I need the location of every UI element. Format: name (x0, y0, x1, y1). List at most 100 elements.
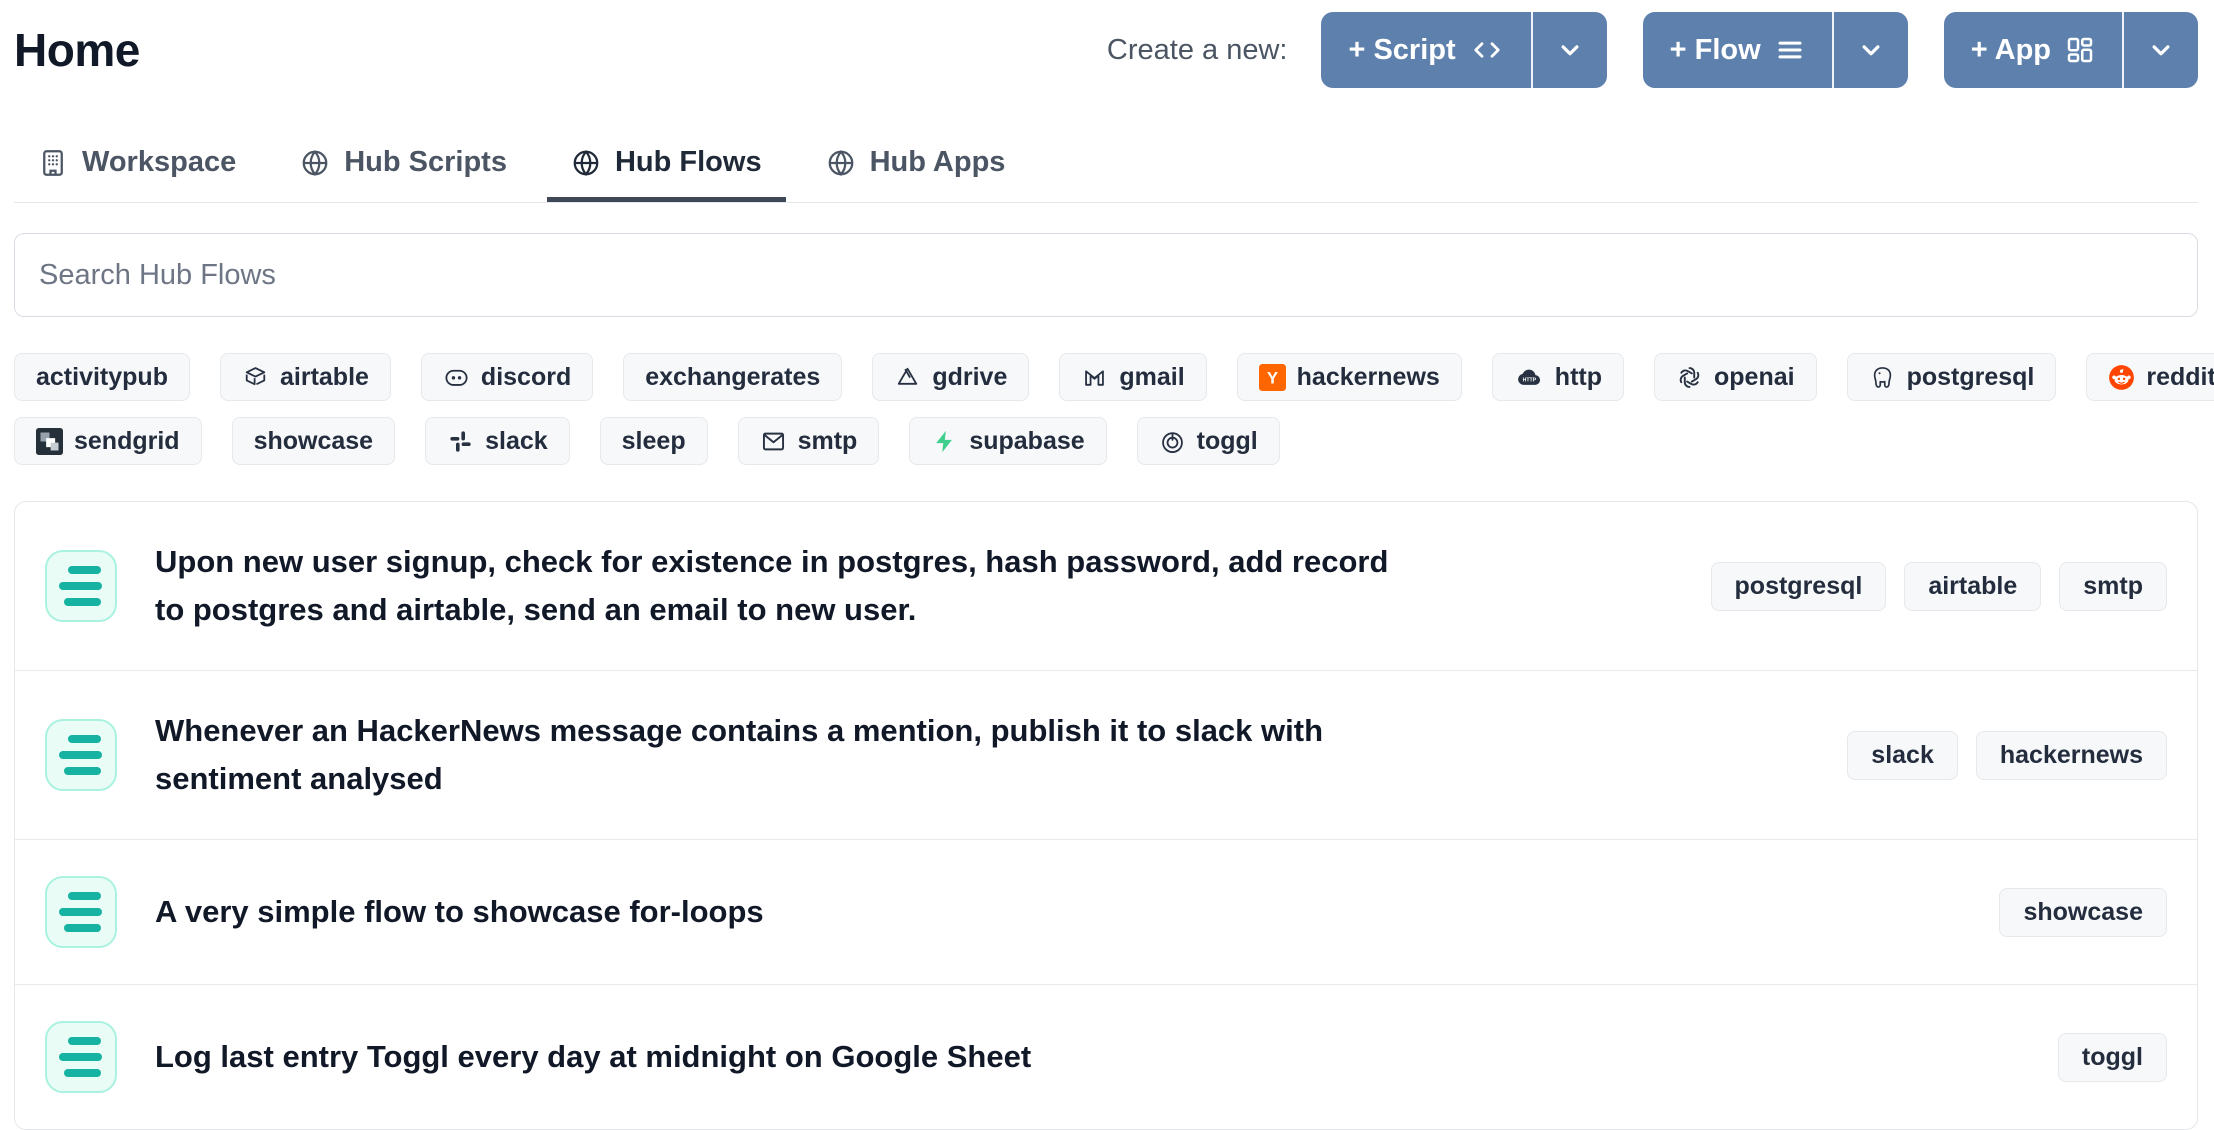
filter-chip-row: sendgrid showcase slack sleep smtp supabase to… (14, 417, 2198, 465)
flow-title: Upon new user signup, check for existenc… (155, 538, 1415, 634)
filter-chip-label: gdrive (932, 363, 1007, 392)
page-title: Home (14, 23, 140, 77)
globe-icon (300, 148, 330, 178)
tab-label: Workspace (82, 146, 236, 179)
create-buttons: + Script + Flow + App (1321, 12, 2198, 88)
filter-chip-sleep[interactable]: sleep (600, 417, 708, 465)
filter-chip-sendgrid[interactable]: sendgrid (14, 417, 202, 465)
flow-row[interactable]: Upon new user signup, check for existenc… (15, 502, 2197, 671)
filter-chip-toggl[interactable]: toggl (1137, 417, 1280, 465)
chevron-down-icon (2146, 35, 2176, 65)
filter-chip-label: discord (481, 363, 571, 392)
filter-chip-label: activitypub (36, 363, 168, 392)
flow-tag-showcase[interactable]: showcase (1999, 888, 2167, 937)
app-button-group: + App (1944, 12, 2198, 88)
filter-chip-label: sleep (622, 427, 686, 456)
script-button-label: + Script (1348, 34, 1455, 67)
filter-chip-label: airtable (280, 363, 369, 392)
filter-chip-exchangerates[interactable]: exchangerates (623, 353, 842, 401)
filter-chip-label: http (1555, 363, 1602, 392)
flow-icon (45, 550, 117, 622)
filter-chip-airtable[interactable]: airtable (220, 353, 391, 401)
flow-tag-postgresql[interactable]: postgresql (1711, 562, 1887, 611)
flow-tag-slack[interactable]: slack (1847, 731, 1958, 780)
toggl-icon (1159, 428, 1186, 455)
flow-icon (45, 876, 117, 948)
svg-text:Y: Y (1267, 368, 1278, 387)
flow-row[interactable]: Log last entry Toggl every day at midnig… (15, 985, 2197, 1129)
tab-label: Hub Apps (870, 146, 1006, 179)
filter-chip-label: postgresql (1907, 363, 2035, 392)
flow-tag-airtable[interactable]: airtable (1904, 562, 2041, 611)
tab-label: Hub Flows (615, 146, 762, 179)
postgresql-icon (1869, 364, 1896, 391)
filter-chip-label: smtp (798, 427, 858, 456)
filter-chip-slack[interactable]: slack (425, 417, 570, 465)
filter-chip-label: showcase (254, 427, 374, 456)
gdrive-icon (894, 364, 921, 391)
tab-hub-flows[interactable]: Hub Flows (547, 132, 786, 202)
flow-tag-toggl[interactable]: toggl (2058, 1033, 2167, 1082)
filter-chip-label: hackernews (1297, 363, 1440, 392)
filter-chip-postgresql[interactable]: postgresql (1847, 353, 2057, 401)
flow-button-group: + Flow (1643, 12, 1908, 88)
tab-hub-apps[interactable]: Hub Apps (802, 132, 1030, 202)
tab-workspace[interactable]: Workspace (14, 132, 260, 202)
flow-tags: postgresql airtable smtp (1711, 562, 2167, 611)
filter-chip-label: supabase (969, 427, 1084, 456)
filter-chip-label: toggl (1197, 427, 1258, 456)
flow-tag-hackernews[interactable]: hackernews (1976, 731, 2167, 780)
flow-tags: toggl (2058, 1033, 2167, 1082)
app-button-label: + App (1971, 34, 2051, 67)
flow-row[interactable]: A very simple flow to showcase for-loops… (15, 840, 2197, 985)
flow-title: Whenever an HackerNews message contains … (155, 707, 1415, 803)
flow-tags: slack hackernews (1847, 731, 2167, 780)
flow-row[interactable]: Whenever an HackerNews message contains … (15, 671, 2197, 840)
filter-chip-activitypub[interactable]: activitypub (14, 353, 190, 401)
discord-icon (443, 364, 470, 391)
tab-hub-scripts[interactable]: Hub Scripts (276, 132, 531, 202)
filter-chip-reddit[interactable]: reddit (2086, 353, 2214, 401)
smtp-icon (760, 428, 787, 455)
search-input[interactable] (14, 233, 2198, 317)
filter-chip-supabase[interactable]: supabase (909, 417, 1106, 465)
flow-title: Log last entry Toggl every day at midnig… (155, 1033, 1031, 1081)
chevron-down-icon (1555, 35, 1585, 65)
filter-chip-gdrive[interactable]: gdrive (872, 353, 1029, 401)
filter-chip-http[interactable]: HTTP http (1492, 353, 1624, 401)
filter-chip-label: slack (485, 427, 548, 456)
tab-bar: Workspace Hub Scripts Hub Flows Hub Apps (14, 132, 2198, 203)
app-button[interactable]: + App (1944, 12, 2124, 88)
filter-chip-smtp[interactable]: smtp (738, 417, 880, 465)
flow-tag-smtp[interactable]: smtp (2059, 562, 2167, 611)
filter-chip-showcase[interactable]: showcase (232, 417, 396, 465)
flow-icon (45, 719, 117, 791)
hub-flow-list: Upon new user signup, check for existenc… (14, 501, 2198, 1130)
app-dropdown-button[interactable] (2124, 12, 2198, 88)
script-dropdown-button[interactable] (1533, 12, 1607, 88)
http-icon: HTTP (1514, 364, 1544, 391)
filter-chip-label: sendgrid (74, 427, 180, 456)
script-button[interactable]: + Script (1321, 12, 1532, 88)
filter-chip-openai[interactable]: openai (1654, 353, 1817, 401)
hackernews-icon: Y (1259, 364, 1286, 391)
script-button-group: + Script (1321, 12, 1606, 88)
filter-chip-label: exchangerates (645, 363, 820, 392)
filter-chip-gmail[interactable]: gmail (1059, 353, 1206, 401)
building-icon (38, 148, 68, 178)
filter-chip-label: gmail (1119, 363, 1184, 392)
globe-icon (826, 148, 856, 178)
filter-chip-discord[interactable]: discord (421, 353, 593, 401)
create-new-area: Create a new: + Script + Flow + App (1107, 12, 2198, 88)
tab-label: Hub Scripts (344, 146, 507, 179)
flow-dropdown-button[interactable] (1834, 12, 1908, 88)
filter-chip-hackernews[interactable]: Yhackernews (1237, 353, 1462, 401)
flow-title: A very simple flow to showcase for-loops (155, 888, 764, 936)
create-new-label: Create a new: (1107, 34, 1288, 67)
gmail-icon (1081, 364, 1108, 391)
search-wrap (14, 233, 2198, 317)
flow-button[interactable]: + Flow (1643, 12, 1834, 88)
supabase-icon (931, 428, 958, 455)
svg-text:HTTP: HTTP (1522, 377, 1536, 383)
globe-icon (571, 148, 601, 178)
